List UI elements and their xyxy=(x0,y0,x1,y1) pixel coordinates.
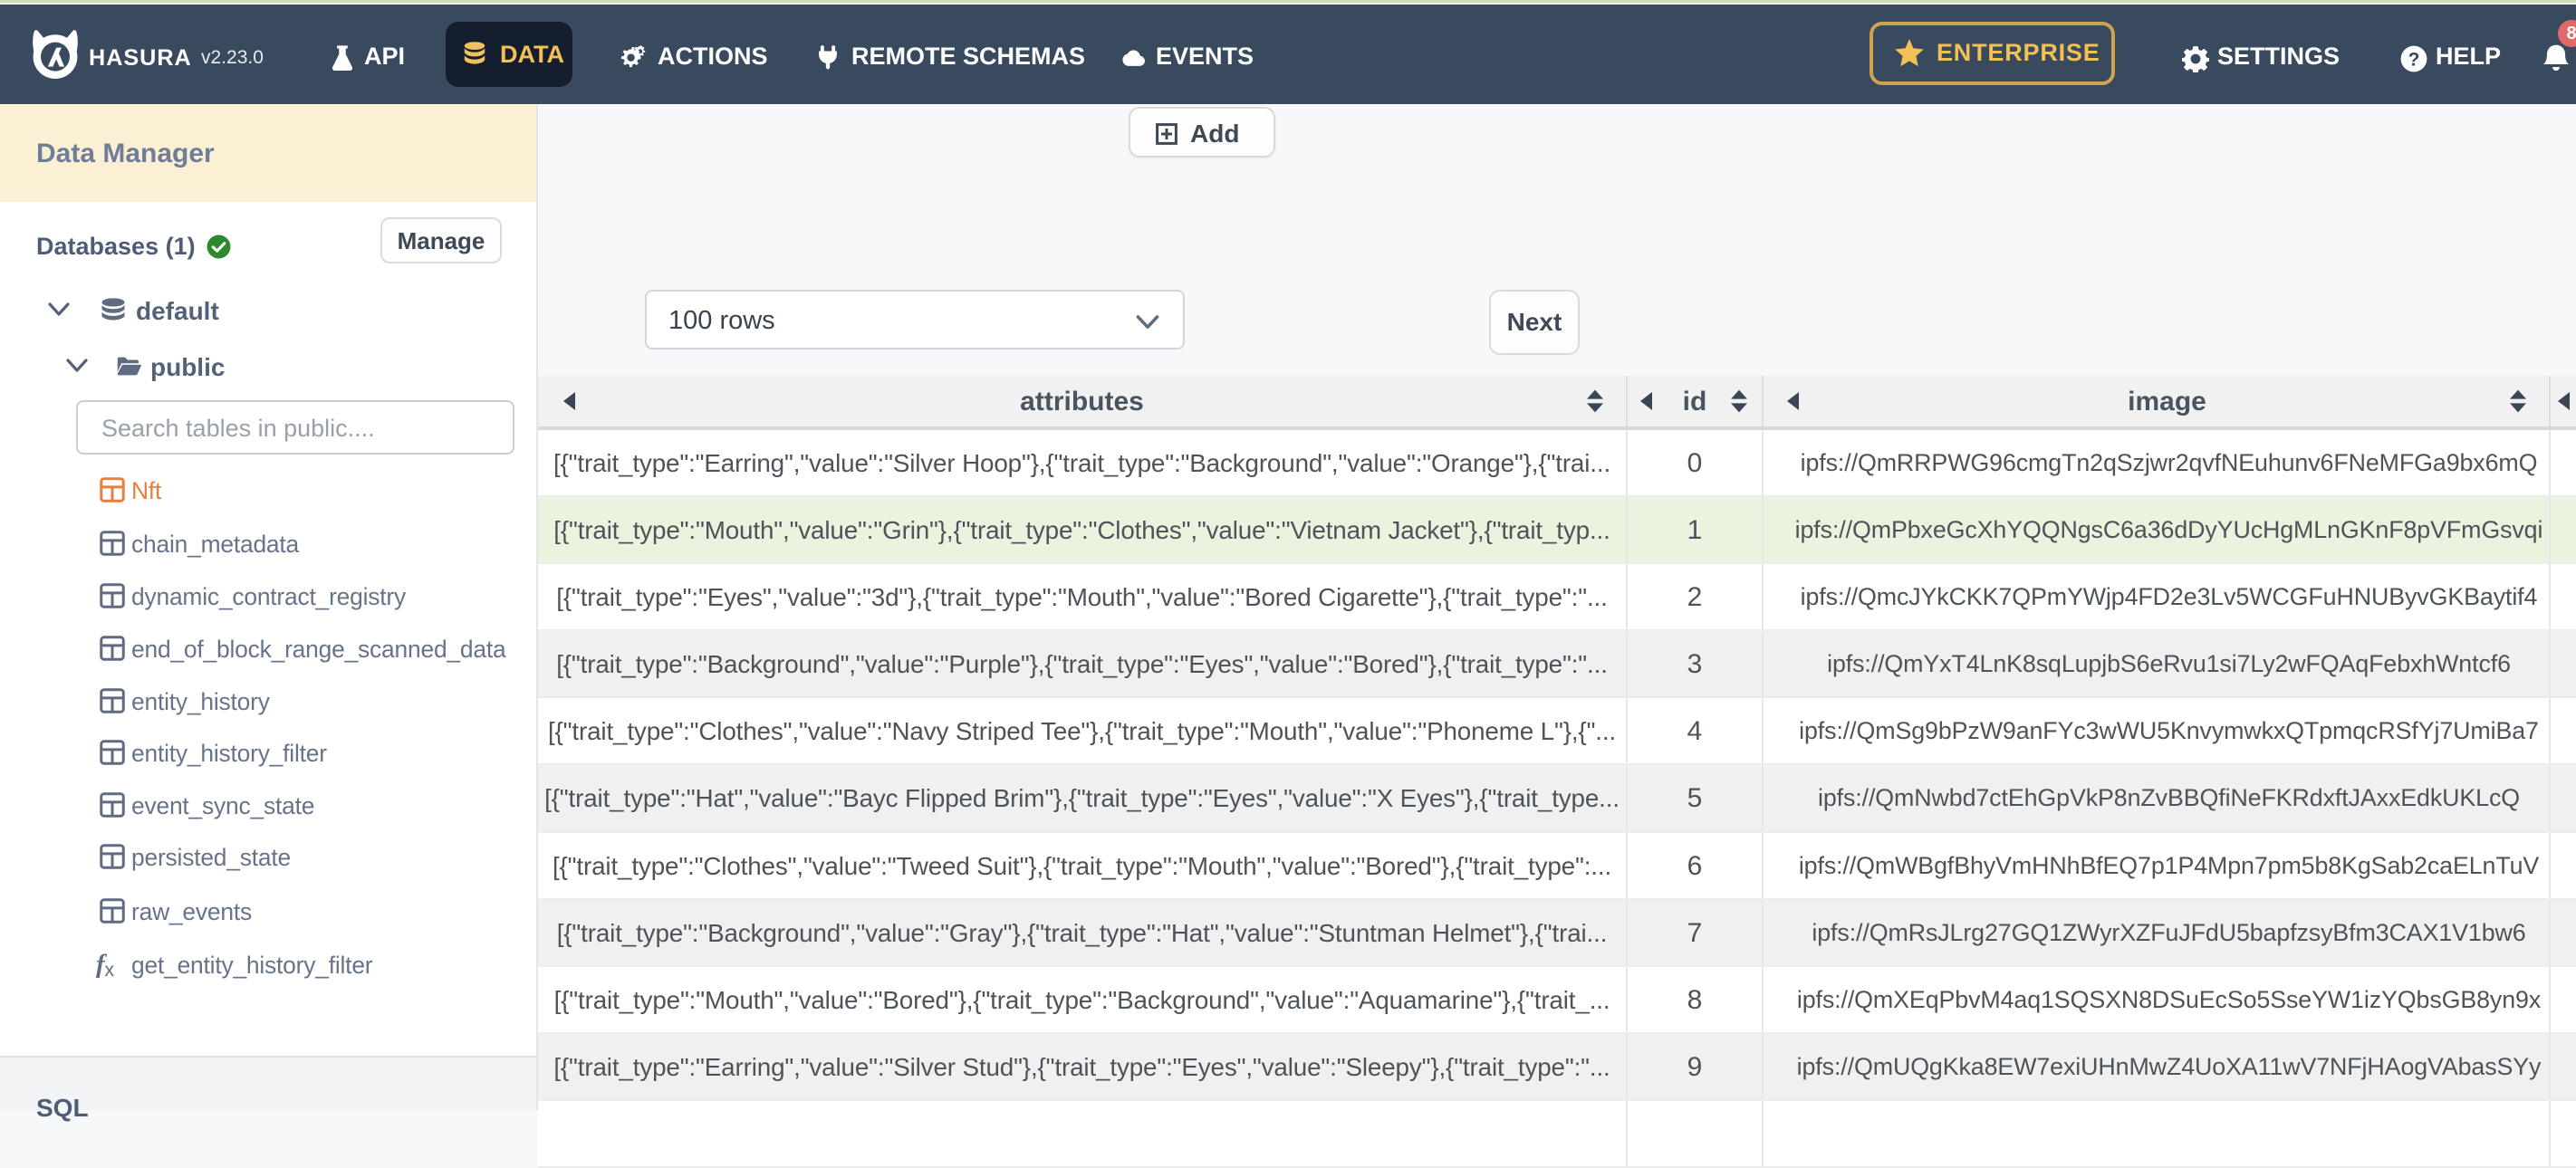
svg-text:?: ? xyxy=(2408,49,2420,70)
